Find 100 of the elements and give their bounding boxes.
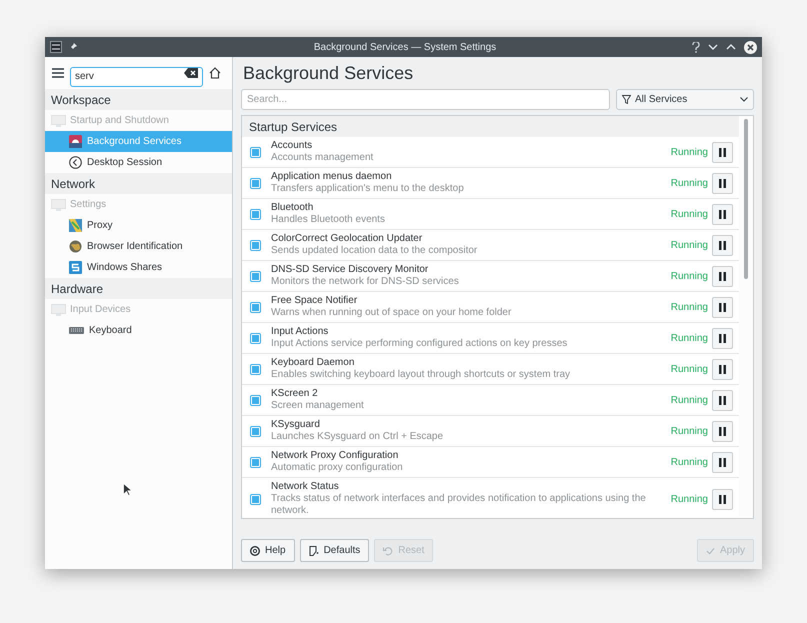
pause-button[interactable] <box>712 234 733 256</box>
checkbox[interactable] <box>250 302 261 312</box>
sidebar-group-header: Network <box>45 173 232 194</box>
clear-icon[interactable] <box>184 68 198 78</box>
service-name: Bluetooth <box>271 202 314 214</box>
search-field[interactable]: Search... <box>241 89 610 110</box>
pause-button[interactable] <box>712 390 733 410</box>
status-label: Running <box>670 238 708 252</box>
checkbox[interactable] <box>250 426 261 436</box>
checkbox[interactable] <box>250 456 261 468</box>
checkmark-icon <box>706 546 715 554</box>
checkbox[interactable] <box>250 364 261 374</box>
maximize-icon[interactable] <box>726 44 736 50</box>
service-description: Tracks status of network interfaces and provides notification to applications using the network. <box>271 493 647 517</box>
service-description: Warns when running out of space on your home folder <box>271 307 512 319</box>
close-icon[interactable] <box>744 40 757 54</box>
pause-icon <box>719 334 726 342</box>
dialog-button[interactable]: Defaults <box>300 539 370 562</box>
category-icon <box>51 114 66 126</box>
service-description: Accounts management <box>271 152 374 164</box>
filter-dropdown[interactable]: All Services <box>616 89 754 110</box>
pause-icon <box>719 364 726 374</box>
pause-button[interactable] <box>712 328 733 348</box>
checkbox[interactable] <box>250 494 261 504</box>
checkbox[interactable] <box>250 240 261 250</box>
pause-button[interactable] <box>712 266 733 286</box>
sidebar-group-header: Workspace <box>45 89 232 110</box>
pause-button[interactable] <box>712 142 733 162</box>
service-name: KScreen 2 <box>271 388 319 400</box>
checkbox[interactable] <box>250 332 261 344</box>
services-icon <box>69 135 82 148</box>
service-description: Transfers application's menu to the desktop <box>271 183 465 195</box>
category-icon <box>51 304 66 316</box>
status-label: Running <box>670 270 708 284</box>
dialog-button[interactable]: Help <box>241 539 295 562</box>
page-title: Background Services <box>242 62 414 85</box>
status-label: Running <box>670 456 708 470</box>
mouse-cursor-icon <box>123 483 132 496</box>
service-description: Screen management <box>271 400 365 412</box>
status-label: Running <box>670 394 708 408</box>
service-name: DNS-SD Service Discovery Monitor <box>271 264 430 276</box>
service-description: Sends updated location data to the compositor <box>271 245 478 257</box>
service-name: Application menus daemon <box>271 171 393 183</box>
service-description: Handles Bluetooth events <box>271 214 386 226</box>
status-label: Running <box>670 300 708 314</box>
checkbox[interactable] <box>250 208 261 220</box>
pause-button[interactable] <box>712 452 733 472</box>
checkbox[interactable] <box>250 178 261 188</box>
pause-button[interactable] <box>712 296 733 318</box>
status-label: Running <box>670 362 708 376</box>
pause-button[interactable] <box>712 358 733 380</box>
pause-button[interactable] <box>712 488 733 510</box>
status-label: Running <box>670 176 708 190</box>
service-description: Monitors the network for DNS-SD services <box>271 276 460 288</box>
home-icon[interactable] <box>209 67 221 79</box>
section-header: Startup Services <box>242 116 739 137</box>
undo-icon <box>383 546 394 556</box>
pause-icon <box>719 458 726 466</box>
app-icon[interactable] <box>50 41 62 53</box>
chevron-down-icon <box>740 97 748 102</box>
help-icon <box>250 546 260 556</box>
service-name: Network Proxy Configuration <box>271 450 400 462</box>
globe-icon <box>69 240 82 253</box>
service-name: Network Status <box>271 481 340 493</box>
pause-icon <box>719 240 726 250</box>
service-name: KSysguard <box>271 419 321 431</box>
status-label: Running <box>670 332 708 346</box>
pause-icon <box>719 178 726 188</box>
keyboard-icon <box>69 327 84 334</box>
service-description: Launches KSysguard on Ctrl + Escape <box>271 431 444 443</box>
checkbox[interactable] <box>250 394 261 406</box>
status-label: Running <box>670 208 708 222</box>
pause-icon <box>719 210 726 218</box>
service-name: Accounts <box>271 140 314 152</box>
service-name: Free Space Notifier <box>271 295 358 307</box>
pause-icon <box>719 148 726 156</box>
status-label: Running <box>670 492 708 506</box>
proxy-icon <box>69 219 82 232</box>
service-name: Keyboard Daemon <box>271 357 356 369</box>
sidebar-group-header: Hardware <box>45 278 232 299</box>
pause-button[interactable] <box>712 420 733 442</box>
pause-button[interactable] <box>712 204 733 224</box>
pause-icon <box>719 302 726 312</box>
service-name: Input Actions <box>271 326 330 338</box>
pause-icon <box>719 426 726 436</box>
scrollbar-thumb[interactable] <box>744 119 748 279</box>
checkbox[interactable] <box>250 146 261 158</box>
window-title: Background Services — System Settings <box>314 40 496 54</box>
service-name: ColorCorrect Geolocation Updater <box>271 233 424 245</box>
minimize-icon[interactable] <box>708 44 718 50</box>
service-description: Automatic proxy configuration <box>271 462 404 474</box>
help-icon[interactable] <box>692 42 700 52</box>
checkbox[interactable] <box>250 270 261 282</box>
search-field[interactable]: serv <box>70 66 203 86</box>
menu-icon[interactable] <box>52 68 64 78</box>
category-icon <box>51 198 66 210</box>
pause-icon <box>719 396 726 404</box>
pause-button[interactable] <box>712 172 733 194</box>
filter-icon <box>622 95 631 104</box>
status-label: Running <box>670 146 708 160</box>
